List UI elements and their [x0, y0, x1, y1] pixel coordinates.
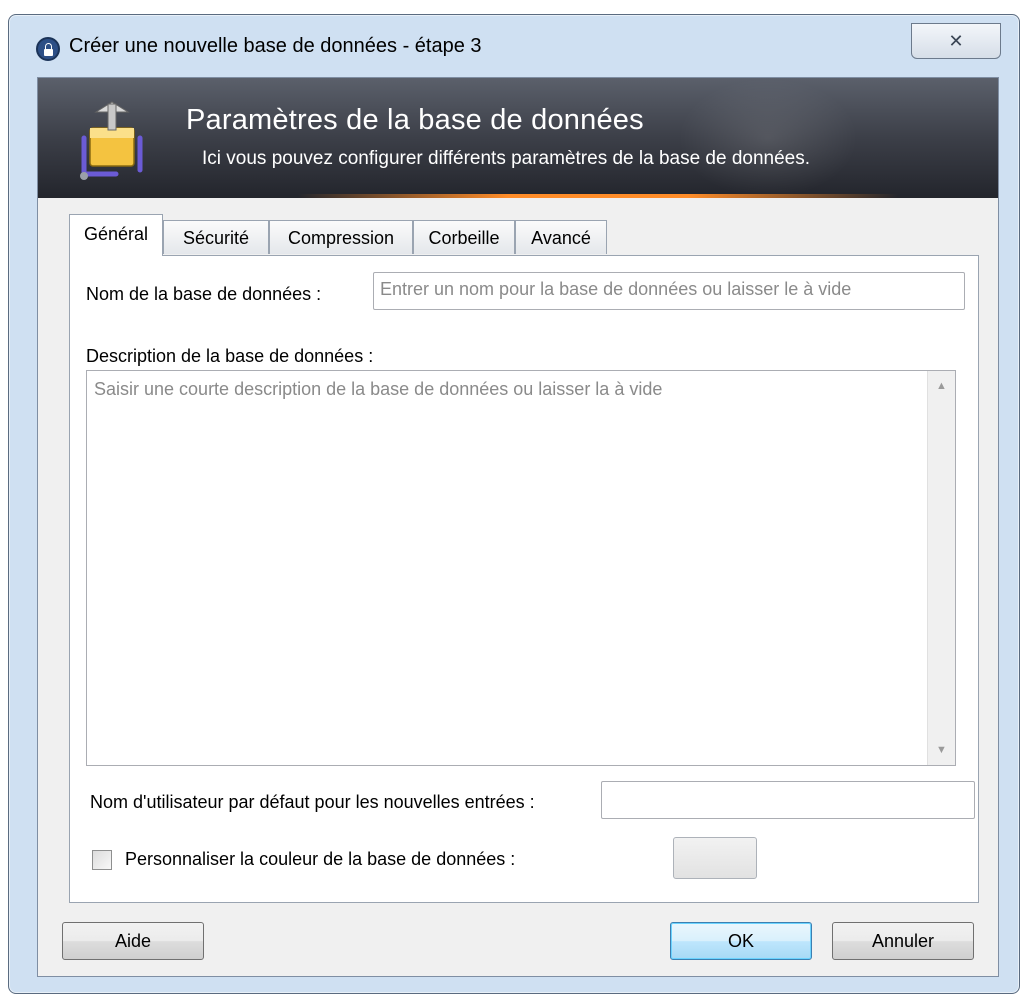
description-label: Description de la base de données : [86, 346, 374, 366]
cancel-button[interactable]: Annuler [832, 922, 974, 960]
color-picker-button[interactable] [673, 837, 757, 879]
description-scrollbar[interactable]: ▲ ▼ [927, 371, 955, 765]
tab-security[interactable]: Sécurité [163, 220, 269, 254]
db-name-input[interactable]: Entrer un nom pour la base de données ou… [373, 272, 965, 310]
description-textarea[interactable]: Saisir une courte description de la base… [86, 370, 956, 766]
screen-background [0, 0, 1022, 14]
lock-icon [36, 37, 60, 61]
header-banner: Paramètres de la base de données Ici vou… [38, 78, 998, 198]
banner-subtitle: Ici vous pouvez configurer différents pa… [202, 148, 811, 169]
ok-button[interactable]: OK [670, 922, 812, 960]
db-name-label: Nom de la base de données : [86, 284, 322, 304]
default-user-label: Nom d'utilisateur par défaut pour les no… [90, 792, 535, 812]
title-bar[interactable]: Créer une nouvelle base de données - éta… [9, 15, 1019, 77]
tab-recycle-bin[interactable]: Corbeille [413, 220, 515, 254]
close-button[interactable]: ✕ [911, 23, 1001, 59]
scroll-up-arrow-icon[interactable]: ▲ [928, 373, 955, 399]
help-button[interactable]: Aide [62, 922, 204, 960]
tab-general[interactable]: Général [69, 214, 163, 256]
banner-title: Paramètres de la base de données [186, 104, 644, 136]
scroll-down-arrow-icon[interactable]: ▼ [928, 737, 955, 763]
banner-accent-line [298, 194, 898, 198]
description-placeholder: Saisir une courte description de la base… [94, 379, 663, 399]
custom-color-label: Personnaliser la couleur de la base de d… [125, 849, 516, 869]
banner-glow [678, 78, 858, 198]
dialog-window: Créer une nouvelle base de données - éta… [8, 14, 1020, 994]
general-tab-panel: Nom de la base de données : Entrer un no… [69, 255, 979, 903]
custom-color-checkbox[interactable] [92, 850, 112, 870]
tab-advanced[interactable]: Avancé [515, 220, 607, 254]
database-settings-icon [80, 101, 143, 180]
tab-compression[interactable]: Compression [269, 220, 413, 254]
dialog-client-area: Paramètres de la base de données Ici vou… [37, 77, 999, 977]
window-title: Créer une nouvelle base de données - éta… [69, 35, 482, 57]
default-user-input[interactable] [601, 781, 975, 819]
